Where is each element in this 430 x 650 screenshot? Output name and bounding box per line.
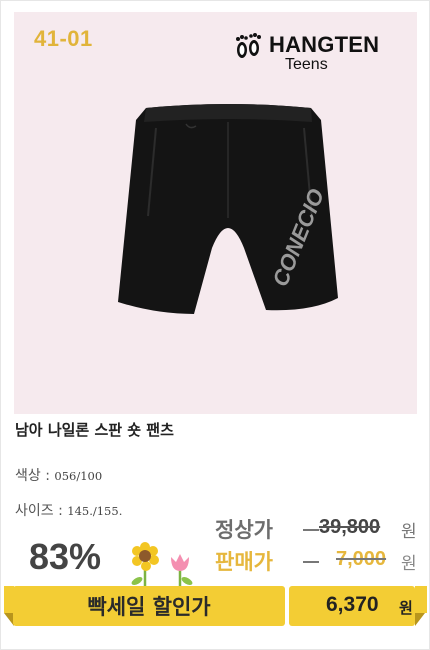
product-title[interactable]: 남아 나일론 스판 숏 팬츠	[15, 419, 174, 440]
brand-name: HANGTEN	[269, 32, 380, 57]
flower-tulip-icon	[171, 554, 193, 587]
product-photo[interactable]: 41-01 HANGTEN Teens CONECIO	[14, 12, 417, 414]
sale-price-currency: 원	[401, 554, 417, 574]
sale-banner[interactable]: 빡세일 할인가	[13, 586, 285, 626]
product-code: 41-01	[34, 26, 93, 51]
flower-decoration	[131, 542, 193, 587]
final-price: 6,370	[326, 593, 379, 616]
size-option: 사이즈 : 145./155.	[15, 500, 122, 520]
size-label: 사이즈 :	[15, 503, 68, 519]
discount-rate: 83%	[29, 536, 102, 577]
color-label: 색상 :	[15, 468, 55, 484]
regular-price-dash	[303, 529, 319, 531]
sale-price-dash	[303, 561, 319, 563]
color-option: 색상 : 056/100	[15, 465, 102, 485]
sale-price: 7,000	[336, 548, 387, 570]
final-price-currency: 원	[399, 599, 413, 617]
hangten-feet-icon	[236, 33, 261, 58]
ribbon-right-fold	[415, 613, 425, 626]
shorts-image: CONECIO	[118, 104, 338, 314]
regular-price: 39,800	[319, 516, 381, 538]
sale-price-label: 판매가	[215, 550, 273, 574]
regular-price-currency: 원	[401, 522, 417, 542]
color-value: 056/100	[54, 469, 103, 483]
brand-logo: HANGTEN Teens	[233, 32, 403, 76]
regular-price-label: 정상가	[215, 518, 273, 542]
size-value: 145./155.	[67, 504, 123, 518]
product-card[interactable]: 41-01 HANGTEN Teens CONECIO 남아 나일론 스판 숏 …	[0, 0, 430, 650]
flower-sunflower-icon	[131, 542, 159, 587]
ribbon-right-end	[415, 586, 427, 613]
brand-sub: Teens	[285, 56, 328, 73]
sale-banner-label: 빡세일 할인가	[87, 595, 211, 619]
